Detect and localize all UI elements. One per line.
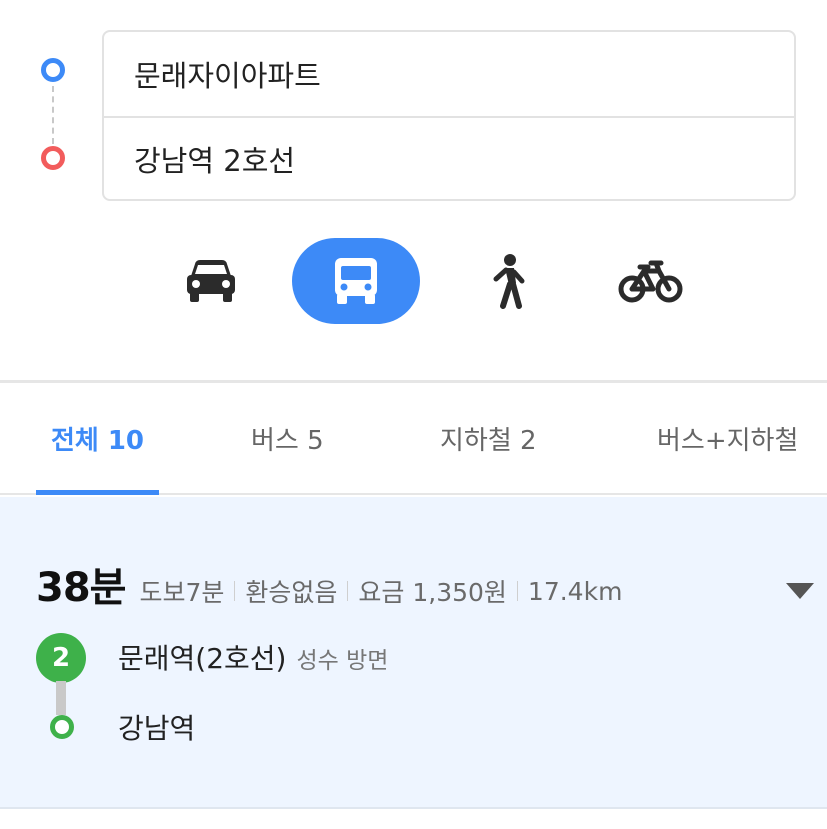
expand-triangle-icon[interactable] [786,583,814,599]
section-divider [0,380,827,383]
tab-subway[interactable]: 지하철 2 [440,384,537,493]
route-duration: 38분 [36,565,126,611]
boarding-stop-name: 문래역(2호선) [118,642,287,675]
boarding-stop: 문래역(2호선) 성수 방면 [118,637,388,677]
route-meta: 도보7분 환승없음 요금 1,350원 17.4km [139,573,622,609]
car-mode-button[interactable] [170,238,252,324]
bus-mode-button[interactable] [292,238,420,324]
bus-icon [335,258,377,304]
alighting-stop: 강남역 [118,707,195,747]
walk-icon [493,254,525,309]
meta-separator [347,581,349,601]
meta-separator [516,581,518,601]
route-connector [52,86,54,144]
destination-dot-icon [41,146,65,170]
origin-dot-icon [41,58,65,82]
tab-bus[interactable]: 버스 5 [251,384,324,493]
bicycle-mode-button[interactable] [606,238,696,324]
walk-mode-button[interactable] [467,238,547,324]
car-icon [187,260,235,302]
route-filter-tabs: 전체 10 버스 5 지하철 2 버스+지하철 [0,384,827,495]
route-result-card[interactable]: 38분 도보7분 환승없음 요금 1,350원 17.4km 2 문래역(2호선… [0,497,827,809]
route-summary: 38분 도보7분 환승없음 요금 1,350원 17.4km [36,555,622,613]
transfer-info: 환승없음 [245,578,338,607]
route-line-bar [56,681,66,715]
boarding-direction: 성수 방면 [296,648,389,674]
distance-info: 17.4km [527,576,623,606]
walk-time: 도보7분 [139,578,225,607]
subway-line-badge: 2 [36,633,86,683]
alighting-stop-name: 강남역 [118,712,196,745]
transport-mode-selector [0,238,827,326]
arrival-dot-icon [50,715,74,739]
origin-input[interactable]: 문래자이아파트 [104,32,794,116]
tab-bus-subway[interactable]: 버스+지하철 [657,384,798,493]
meta-separator [234,581,236,601]
bicycle-icon [618,260,683,303]
route-dots [38,58,68,170]
tab-all[interactable]: 전체 10 [36,384,159,495]
destination-input[interactable]: 강남역 2호선 [104,116,794,200]
route-search-box: 문래자이아파트 강남역 2호선 [102,30,796,201]
fare-info: 요금 1,350원 [358,578,507,607]
